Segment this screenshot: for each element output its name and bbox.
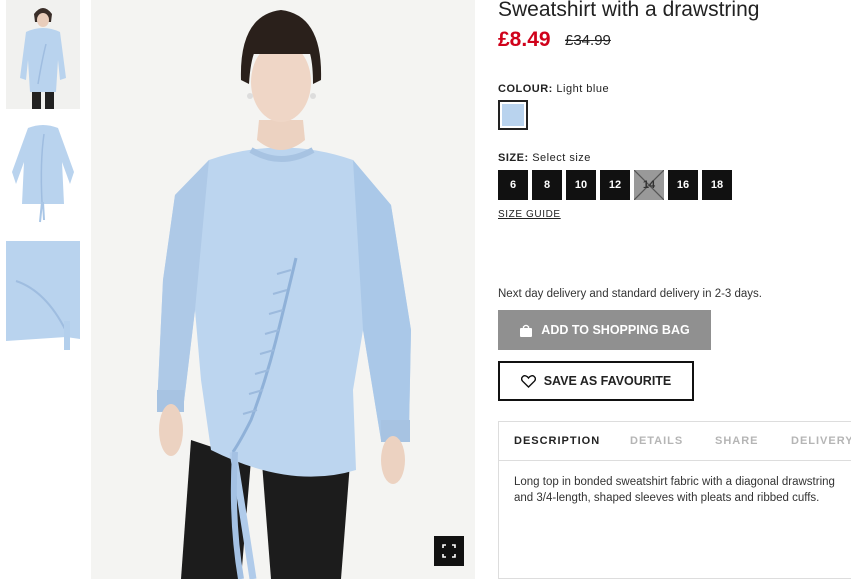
save-favourite-label: SAVE AS FAVOURITE [543,374,672,388]
size-option-14-unavailable[interactable]: 14 [634,170,664,200]
tab-description[interactable]: DESCRIPTION [514,435,600,447]
size-option-label: 18 [710,179,724,191]
size-guide-link[interactable]: SIZE GUIDE [498,209,561,220]
product-title: Sweatshirt with a drawstring [498,0,760,21]
colour-label: COLOUR: [498,83,553,95]
size-option-12[interactable]: 12 [600,170,630,200]
add-to-bag-button[interactable]: ADD TO SHOPPING BAG [498,310,711,350]
tab-bar: DESCRIPTION DETAILS SHARE DELIVERY [499,422,851,461]
size-option-label: 10 [574,179,588,191]
add-to-bag-label: ADD TO SHOPPING BAG [541,323,690,337]
size-option-16[interactable]: 16 [668,170,698,200]
tab-share[interactable]: SHARE [715,435,759,447]
size-label-row: SIZE: Select size [498,152,591,164]
colour-swatch-light-blue[interactable] [498,100,528,130]
size-label: SIZE: [498,152,529,164]
size-option-18[interactable]: 18 [702,170,732,200]
expand-icon [442,544,456,558]
product-description: Long top in bonded sweatshirt fabric wit… [514,476,835,504]
swatch-fill [502,104,524,126]
price-current: £8.49 [498,28,551,51]
size-option-6[interactable]: 6 [498,170,528,200]
tab-details[interactable]: DETAILS [630,435,683,447]
shopping-bag-icon [520,324,533,337]
model-photo [91,0,475,579]
thumbnail-model-front-image [6,0,80,109]
size-option-10[interactable]: 10 [566,170,596,200]
size-option-label: 8 [543,179,551,191]
size-option-label: 16 [676,179,690,191]
thumbnail-model-front[interactable] [6,0,80,109]
delivery-info: Next day delivery and standard delivery … [498,288,763,300]
thumbnail-garment-flat[interactable] [6,122,80,231]
expand-image-button[interactable] [434,536,464,566]
size-option-label: 12 [608,179,622,191]
thumbnail-detail-image [6,241,80,350]
heart-icon [520,374,536,388]
main-product-image [91,0,475,579]
product-info-tabs: DESCRIPTION DETAILS SHARE DELIVERY Long … [498,421,851,579]
price-original: £34.99 [565,32,611,49]
size-selector: 6 8 10 12 14 16 18 [498,170,732,200]
colour-value: Light blue [556,83,610,95]
save-favourite-button[interactable]: SAVE AS FAVOURITE [498,361,694,401]
size-option-label: 6 [509,179,517,191]
thumbnail-detail[interactable] [6,241,80,350]
thumbnail-garment-flat-image [6,122,80,231]
size-option-8[interactable]: 8 [532,170,562,200]
size-prompt: Select size [532,152,591,164]
colour-label-row: COLOUR: Light blue [498,83,609,95]
tab-delivery[interactable]: DELIVERY [791,435,851,447]
size-option-label: 14 [642,179,656,191]
